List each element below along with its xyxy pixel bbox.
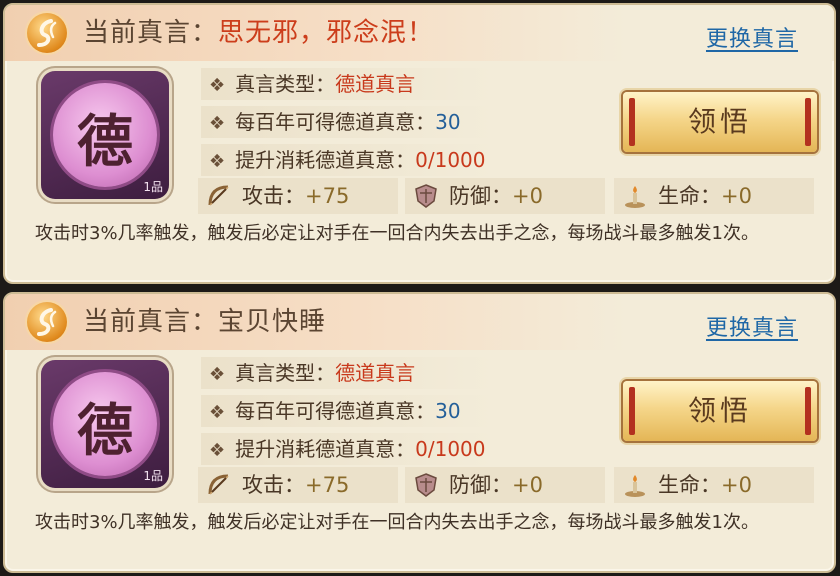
defense-value: +0 — [512, 184, 543, 208]
mantra-glyph: 德 — [77, 109, 133, 175]
cost-value: 0/1000 — [415, 148, 486, 172]
mantra-panel-1: 当前真言：思无邪，邪念泯！ 更换真言 德 1品 ❖ 真言类型：德道真言 ❖ 每百年可… — [3, 3, 836, 284]
stat-gain: ❖ 每百年可得德道真意：30 — [201, 106, 526, 138]
mantra-grade: 1品 — [143, 469, 163, 483]
life-attr: 生命：+0 — [614, 467, 814, 503]
defense-label: 防御： — [449, 473, 512, 497]
panel-title: 当前真言：宝贝快睡 — [83, 306, 326, 338]
attack-attr: 攻击：+75 — [198, 178, 398, 214]
type-label: 真言类型： — [235, 361, 336, 385]
learn-label: 领悟 — [687, 105, 752, 138]
button-cap-left — [629, 98, 635, 146]
gain-value: 30 — [435, 110, 461, 134]
defense-attr: 防御：+0 — [405, 467, 605, 503]
gain-label: 每百年可得德道真意： — [235, 399, 436, 423]
diamond-bullet-icon: ❖ — [209, 75, 226, 96]
stat-type: ❖ 真言类型：德道真言 — [201, 68, 526, 100]
cost-label: 提升消耗德道真意： — [235, 148, 416, 172]
life-label: 生命： — [658, 473, 721, 497]
life-label: 生命： — [658, 184, 721, 208]
mantra-name: 思无邪，邪念泯！ — [218, 18, 435, 48]
attack-label: 攻击： — [242, 184, 305, 208]
mantra-description: 攻击时3%几率触发，触发后必定让对手在一回合内失去出手之念，每场战斗最多触发1次… — [35, 223, 760, 244]
mantra-icon: 德 1品 — [41, 360, 169, 488]
candle-icon — [625, 475, 645, 497]
title-bar: 当前真言：宝贝快睡 更换真言 — [5, 294, 834, 350]
learn-button[interactable]: 领悟 — [623, 381, 817, 441]
diamond-bullet-icon: ❖ — [209, 364, 226, 385]
shield-icon — [415, 184, 437, 208]
type-label: 真言类型： — [235, 72, 336, 96]
gain-label: 每百年可得德道真意： — [235, 110, 436, 134]
stat-cost: ❖ 提升消耗德道真意：0/1000 — [201, 433, 526, 465]
learn-button[interactable]: 领悟 — [623, 92, 817, 152]
switch-mantra-link[interactable]: 更换真言 — [706, 310, 798, 342]
shield-icon — [415, 473, 437, 497]
life-value: +0 — [721, 473, 752, 497]
bow-icon — [208, 474, 229, 495]
panel-title: 当前真言：思无邪，邪念泯！ — [83, 17, 434, 49]
mantra-panel-2: 当前真言：宝贝快睡 更换真言 德 1品 ❖ 真言类型：德道真言 ❖ 每百年可得德道真… — [3, 292, 836, 573]
button-cap-left — [629, 387, 635, 435]
button-cap-right — [805, 387, 811, 435]
switch-mantra-link[interactable]: 更换真言 — [706, 21, 798, 53]
stat-gain: ❖ 每百年可得德道真意：30 — [201, 395, 526, 427]
diamond-bullet-icon: ❖ — [209, 113, 226, 134]
defense-attr: 防御：+0 — [405, 178, 605, 214]
learn-label: 领悟 — [687, 394, 752, 427]
title-bar: 当前真言：思无邪，邪念泯！ 更换真言 — [5, 5, 834, 61]
swirl-icon — [27, 302, 67, 342]
life-attr: 生命：+0 — [614, 178, 814, 214]
attack-value: +75 — [305, 184, 350, 208]
stat-cost: ❖ 提升消耗德道真意：0/1000 — [201, 144, 526, 176]
mantra-description: 攻击时3%几率触发，触发后必定让对手在一回合内失去出手之念，每场战斗最多触发1次… — [35, 512, 760, 533]
diamond-bullet-icon: ❖ — [209, 440, 226, 461]
title-prefix: 当前真言： — [83, 18, 219, 48]
attack-attr: 攻击：+75 — [198, 467, 398, 503]
defense-value: +0 — [512, 473, 543, 497]
diamond-bullet-icon: ❖ — [209, 402, 226, 423]
mantra-grade: 1品 — [143, 180, 163, 194]
cost-value: 0/1000 — [415, 437, 486, 461]
cost-label: 提升消耗德道真意： — [235, 437, 416, 461]
life-value: +0 — [721, 184, 752, 208]
type-value: 德道真言 — [335, 72, 416, 96]
bow-icon — [208, 185, 229, 206]
candle-icon — [625, 186, 645, 208]
mantra-glyph: 德 — [77, 398, 133, 464]
mantra-name: 宝贝快睡 — [218, 307, 327, 337]
swirl-icon — [27, 13, 67, 53]
attack-label: 攻击： — [242, 473, 305, 497]
button-cap-right — [805, 98, 811, 146]
defense-label: 防御： — [449, 184, 512, 208]
mantra-icon: 德 1品 — [41, 71, 169, 199]
stat-type: ❖ 真言类型：德道真言 — [201, 357, 526, 389]
diamond-bullet-icon: ❖ — [209, 151, 226, 172]
gain-value: 30 — [435, 399, 461, 423]
attack-value: +75 — [305, 473, 350, 497]
type-value: 德道真言 — [335, 361, 416, 385]
title-prefix: 当前真言： — [83, 307, 219, 337]
